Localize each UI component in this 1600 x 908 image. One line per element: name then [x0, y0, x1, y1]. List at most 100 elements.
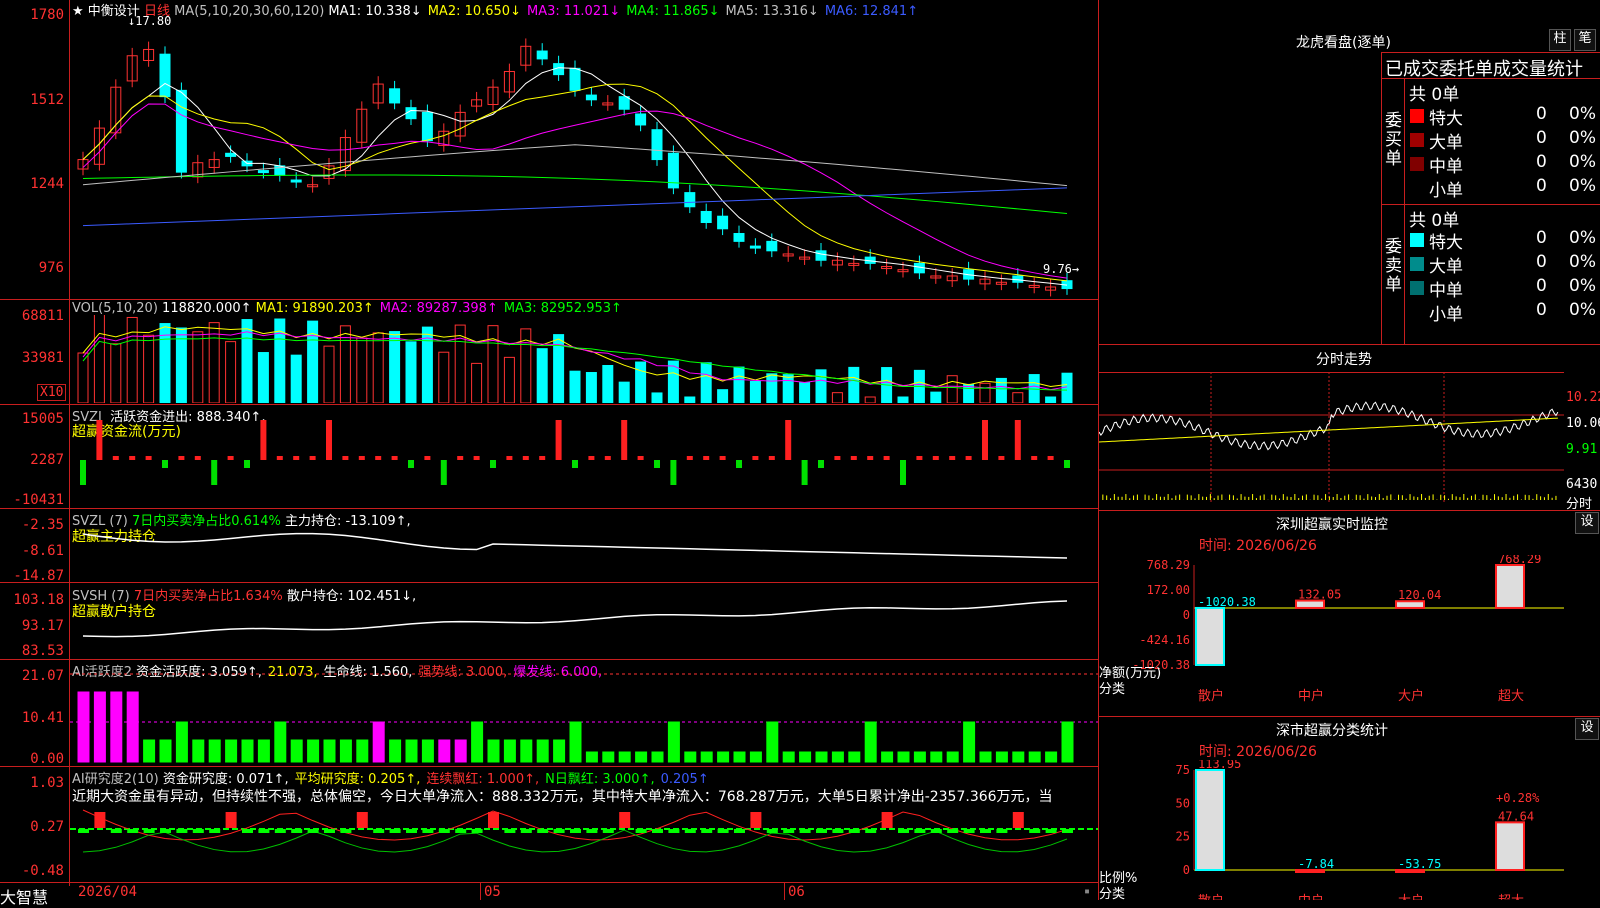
research-bar — [881, 812, 893, 828]
fund-flow-bar — [982, 420, 988, 460]
candle-body — [405, 107, 417, 120]
fund-flow-bar — [670, 460, 677, 485]
tick-mode-button[interactable]: 笔 — [1574, 29, 1596, 51]
candlestick-chart[interactable] — [70, 18, 1098, 298]
vol-unit-button[interactable]: X10 — [37, 384, 67, 401]
volume-bar — [93, 315, 105, 403]
fund-flow-bar — [867, 456, 874, 460]
fund-flow-bar — [506, 456, 513, 460]
left-chart-area[interactable]: ★ 中衡设计 日线 MA(5,10,20,30,60,120) MA1: 10.… — [0, 0, 1099, 907]
candle-body — [389, 88, 401, 104]
activity-bar — [979, 751, 992, 763]
unit-label: 比例% — [1099, 871, 1137, 886]
activity-bar — [159, 739, 172, 763]
activity-bar — [110, 691, 123, 763]
activity-bar — [274, 721, 287, 763]
candle-body — [569, 67, 581, 91]
ma-item: MA5: 13.316↓ — [725, 4, 819, 19]
category-bar — [1295, 599, 1325, 609]
research-bar — [553, 829, 565, 833]
research-bar — [898, 829, 909, 833]
sell-row-pct: 0% — [1569, 276, 1596, 296]
activity-bar — [487, 739, 500, 763]
fund-flow-bar — [932, 456, 939, 460]
fund-flow-bar — [342, 456, 349, 460]
ai1-tick: 0.00 — [30, 751, 64, 767]
research-bar — [996, 829, 1008, 833]
volume-bar — [372, 332, 384, 403]
volume-bar — [487, 325, 499, 403]
research-bar — [963, 829, 975, 833]
volume-bar — [733, 366, 745, 403]
axis-tick: 768.29 — [1147, 558, 1190, 572]
fund-flow-bar — [604, 456, 611, 460]
activity-bar — [438, 739, 451, 763]
fund-flow-bar — [145, 456, 152, 460]
ma-item: MA3: 11.021↓ — [526, 4, 621, 19]
star-icon[interactable]: ★ — [72, 4, 84, 19]
intraday-chart[interactable] — [1099, 372, 1564, 510]
research-bar — [160, 829, 171, 833]
volume-bar — [848, 366, 860, 403]
fund-flow-bar — [654, 460, 660, 468]
activity-bar — [241, 739, 254, 763]
volume-bar — [585, 372, 597, 403]
category-label: 中户 — [1298, 893, 1324, 900]
monitor-settings-button[interactable]: 设 — [1575, 512, 1599, 534]
fund-flow-bar — [391, 456, 398, 460]
fund-flow-bar — [621, 420, 628, 460]
candle-body — [684, 192, 696, 208]
lock-icon[interactable]: ▪ — [1084, 886, 1090, 897]
volume-bar — [979, 382, 991, 403]
research-bar — [766, 829, 778, 833]
sell-color-swatch — [1410, 233, 1424, 247]
ai1-tick: 21.07 — [21, 668, 64, 684]
research-bar — [192, 829, 204, 833]
candle-body — [290, 179, 302, 183]
research-bar — [816, 829, 827, 833]
research-bar — [980, 829, 991, 833]
activity-bar — [77, 691, 90, 763]
svzj-tick: 15005 — [21, 411, 64, 427]
candle-body — [257, 170, 269, 174]
research-bar — [1062, 829, 1073, 833]
date-label: 05 — [484, 884, 501, 900]
low-marker: 9.76→ — [1043, 262, 1080, 276]
unit-label: 净额(万元) — [1099, 666, 1161, 681]
classify-settings-button[interactable]: 设 — [1575, 718, 1599, 740]
research-bar — [488, 812, 499, 828]
price-header: ★ 中衡设计 日线 MA(5,10,20,30,60,120) MA1: 10.… — [72, 0, 924, 19]
candle-body — [618, 96, 630, 110]
ma-params: MA(5,10,20,30,60,120) — [174, 4, 325, 19]
bar-mode-button[interactable]: 柱 — [1549, 29, 1571, 51]
fund-flow-bar — [260, 420, 267, 460]
activity-bar — [717, 751, 730, 763]
activity-bar — [864, 721, 877, 763]
research-bar — [1029, 829, 1041, 833]
intraday-price-line — [1099, 401, 1559, 451]
research-bar — [127, 829, 139, 833]
fund-flow-bar — [801, 460, 808, 485]
price-tick: 1780 — [30, 7, 64, 23]
fund-flow-bar — [244, 460, 250, 468]
ai2-tick: 0.27 — [30, 819, 64, 835]
bar-value-label: -53.75 — [1398, 857, 1441, 871]
activity-bar — [963, 721, 976, 763]
buy-color-swatch — [1410, 157, 1424, 171]
research-bar — [602, 829, 614, 833]
candle-body — [749, 245, 761, 249]
ma-item: MA6: 12.841↑ — [824, 4, 919, 19]
research-bar — [389, 829, 401, 833]
fund-flow-bar — [1014, 420, 1021, 460]
activity-bar — [208, 739, 221, 763]
activity-bar — [257, 739, 270, 763]
ma4-line — [82, 174, 1068, 215]
axis-tick: 0 — [1183, 863, 1190, 877]
category-label: 散户 — [1198, 893, 1224, 900]
candle-body — [421, 111, 433, 142]
fund-flow-bar — [457, 456, 464, 460]
monitor-title: 深圳超赢实时监控 — [1276, 517, 1388, 533]
activity-bar — [930, 751, 943, 763]
research-bar — [291, 829, 303, 833]
main-holding-line — [82, 532, 1068, 559]
